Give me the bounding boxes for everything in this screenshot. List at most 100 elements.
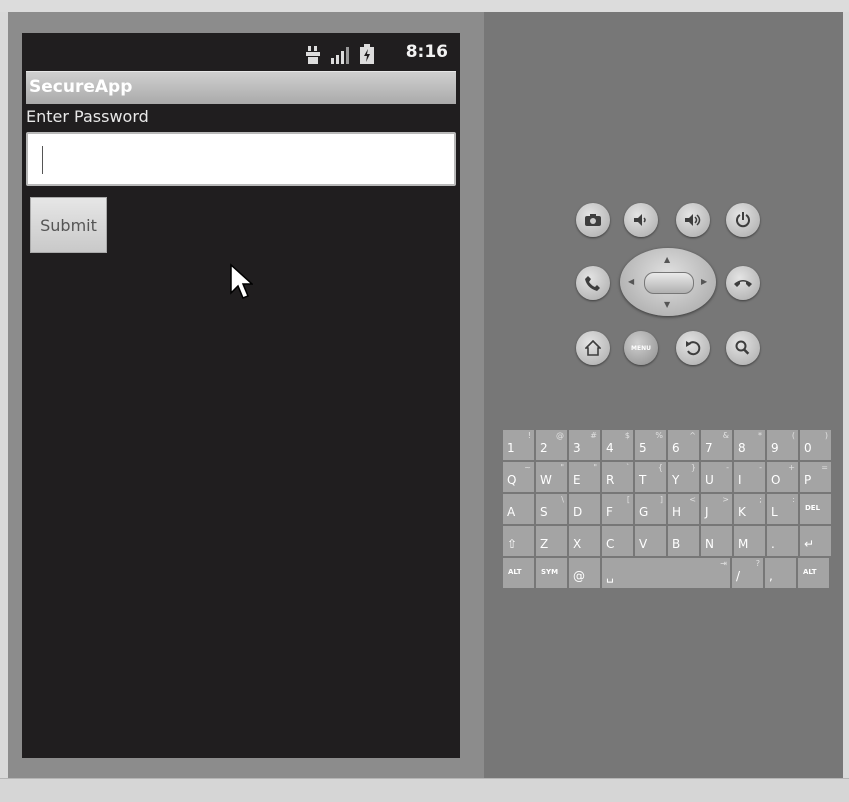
key-8[interactable]: 8 * <box>734 430 765 460</box>
key-del[interactable]: DEL <box>800 494 831 524</box>
key-0[interactable]: 0) <box>800 430 831 460</box>
key-label: @ <box>573 569 585 583</box>
back-button[interactable] <box>676 331 710 365</box>
key-label: ␣ <box>606 569 614 583</box>
search-button[interactable] <box>726 331 760 365</box>
volume-up-icon <box>685 214 701 226</box>
key-h[interactable]: H < <box>668 494 699 524</box>
key-3[interactable]: 3 # <box>569 430 600 460</box>
key-alt-label: # <box>590 431 597 440</box>
key-k[interactable]: K; <box>734 494 765 524</box>
key-x[interactable]: X <box>569 526 600 556</box>
key-z[interactable]: Z <box>536 526 567 556</box>
key-alt-label: % <box>655 431 663 440</box>
key-alt[interactable]: ALT <box>798 558 829 588</box>
window-top-strip <box>0 0 849 12</box>
keyboard-row: ALT SYM @ ␣ ⇥ /?, ALT <box>503 558 833 588</box>
key-r[interactable]: R ` <box>602 462 633 492</box>
key-alt-label: > <box>722 495 729 504</box>
key-.[interactable]: . <box>767 526 798 556</box>
key-/[interactable]: /? <box>732 558 763 588</box>
key-9[interactable]: 9( <box>767 430 798 460</box>
key-6[interactable]: 6 ^ <box>668 430 699 460</box>
key-alt-label: ] <box>659 495 663 504</box>
volume-up-button[interactable] <box>676 203 710 237</box>
key-space[interactable]: ␣ ⇥ <box>602 558 730 588</box>
app-title-bar: SecureApp <box>26 71 456 104</box>
key-label: L <box>771 505 778 519</box>
key-i[interactable]: I- <box>734 462 765 492</box>
key-label: DEL <box>805 504 821 512</box>
key-c[interactable]: C <box>602 526 633 556</box>
end-call-button[interactable] <box>726 266 760 300</box>
key-u[interactable]: U- <box>701 462 732 492</box>
key-d[interactable]: D <box>569 494 600 524</box>
key-alt-label: & <box>722 431 729 440</box>
dpad[interactable]: ▲ ▼ ◀ ▶ <box>620 248 716 316</box>
password-field[interactable] <box>26 132 456 186</box>
key-label: ALT <box>803 568 817 576</box>
key-g[interactable]: G] <box>635 494 666 524</box>
key-e[interactable]: E " <box>569 462 600 492</box>
key-,[interactable]: , <box>765 558 796 588</box>
key-label: 8 <box>738 441 746 455</box>
key-label: G <box>639 505 649 519</box>
key-sym[interactable]: SYM <box>536 558 567 588</box>
key-@[interactable]: @ <box>569 558 600 588</box>
key-alt-label: ( <box>791 431 795 440</box>
key-alt-label: " <box>593 463 597 472</box>
dpad-up-icon: ▲ <box>664 255 671 264</box>
keyboard-row: 1! 2 @3 #4 $5% 6 ^ 7 & 8 * 9(0) <box>503 430 833 460</box>
key-v[interactable]: V <box>635 526 666 556</box>
key-4[interactable]: 4 $ <box>602 430 633 460</box>
key-label: 5 <box>639 441 647 455</box>
key-label: Y <box>672 473 680 487</box>
key-2[interactable]: 2 @ <box>536 430 567 460</box>
battery-charging-icon <box>360 44 374 64</box>
key-alt-label: - <box>759 463 762 472</box>
key-t[interactable]: T{ <box>635 462 666 492</box>
key-label: ⇧ <box>507 537 518 551</box>
key-w[interactable]: W " <box>536 462 567 492</box>
key-y[interactable]: Y} <box>668 462 699 492</box>
camera-button[interactable] <box>576 203 610 237</box>
key-l[interactable]: L: <box>767 494 798 524</box>
key-label: E <box>573 473 581 487</box>
key-label: X <box>573 537 582 551</box>
key-↵[interactable]: ↵ <box>800 526 831 556</box>
key-n[interactable]: N <box>701 526 732 556</box>
key-alt[interactable]: ALT <box>503 558 534 588</box>
password-label: Enter Password <box>26 107 149 126</box>
key-7[interactable]: 7 & <box>701 430 732 460</box>
status-bar: 8:16 <box>22 33 460 71</box>
key-j[interactable]: J > <box>701 494 732 524</box>
key-label: 6 <box>672 441 680 455</box>
key-⇧[interactable]: ⇧ <box>503 526 534 556</box>
home-button[interactable] <box>576 331 610 365</box>
key-label: D <box>573 505 583 519</box>
key-alt-label: @ <box>556 431 564 440</box>
power-button[interactable] <box>726 203 760 237</box>
volume-down-button[interactable] <box>624 203 658 237</box>
key-alt-label: ⇥ <box>720 559 727 568</box>
key-p[interactable]: P = <box>800 462 831 492</box>
key-alt-label: ? <box>755 559 760 568</box>
key-b[interactable]: B <box>668 526 699 556</box>
signal-strength-icon <box>331 47 349 64</box>
key-o[interactable]: O + <box>767 462 798 492</box>
key-s[interactable]: S \ <box>536 494 567 524</box>
key-f[interactable]: F[ <box>602 494 633 524</box>
submit-button[interactable]: Submit <box>30 197 107 253</box>
key-5[interactable]: 5% <box>635 430 666 460</box>
key-1[interactable]: 1! <box>503 430 534 460</box>
key-label: 9 <box>771 441 779 455</box>
key-a[interactable]: A <box>503 494 534 524</box>
key-label: B <box>672 537 681 551</box>
menu-button[interactable]: MENU <box>624 331 658 365</box>
call-button[interactable] <box>576 266 610 300</box>
key-q[interactable]: Q ~ <box>503 462 534 492</box>
key-label: P <box>804 473 812 487</box>
dpad-center-button[interactable] <box>644 272 694 294</box>
key-m[interactable]: M <box>734 526 765 556</box>
key-alt-label: ^ <box>689 431 696 440</box>
